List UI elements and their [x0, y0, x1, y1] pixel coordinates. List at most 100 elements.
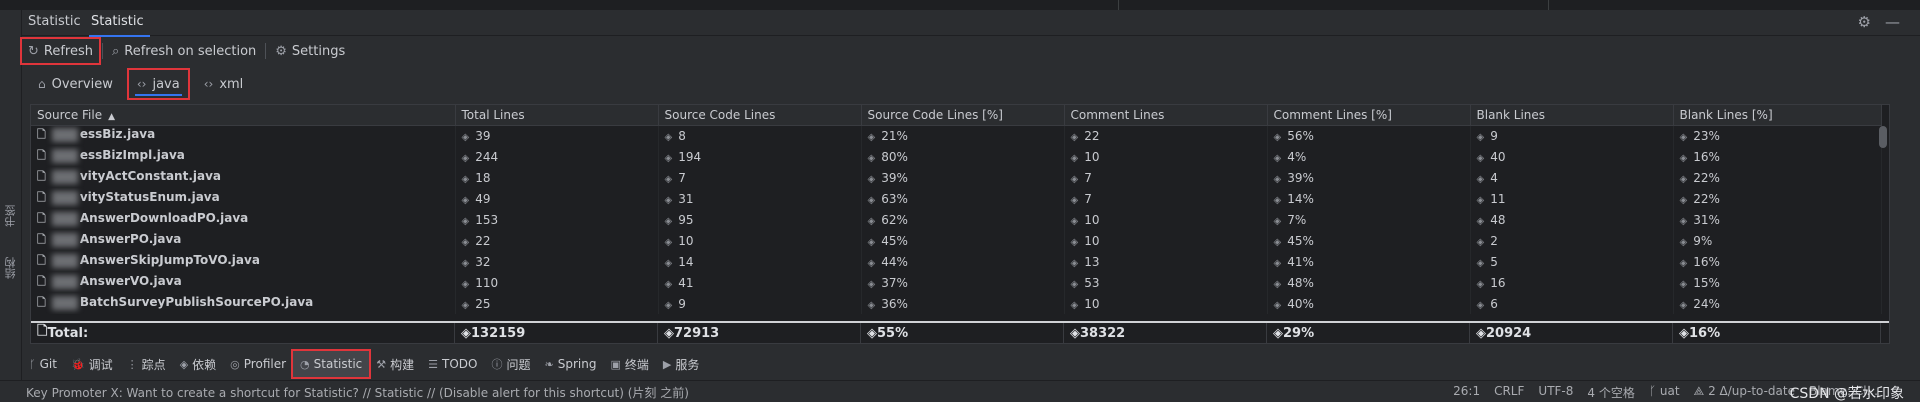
stack-icon: ◈ [1679, 278, 1688, 290]
source-file-cell: 🗋 BatchSurveyPublishSourcePO.java [31, 293, 456, 314]
tab-overview[interactable]: ⌂ Overview [30, 70, 121, 98]
stat-cell: ◈ 32 [455, 251, 659, 272]
refresh-icon: ↻ [28, 43, 39, 59]
tool-window-button[interactable]: ⋮ 踪点 [120, 351, 173, 377]
vertical-scrollbar[interactable] [1879, 126, 1887, 148]
stack-icon: ◈ [867, 278, 876, 290]
redacted-prefix [51, 169, 78, 184]
tool-window-button[interactable]: ☰ TODO [421, 351, 484, 377]
stack-icon: ◈ [1476, 215, 1485, 227]
stat-cell: ◈ 39 [455, 125, 659, 146]
stat-cell: ◈ 110 [455, 272, 659, 293]
stack-icon: ◈ [867, 194, 876, 206]
source-file-cell: 🗋 AnswerVO.java [31, 272, 456, 293]
table-row[interactable]: 🗋 BatchSurveyPublishSourcePO.java ◈ 25 ◈ 9 ◈ 36… [31, 293, 1882, 314]
bookmarks-tab[interactable]: 书签 [3, 205, 19, 227]
tab-xml-label: xml [219, 76, 244, 92]
refresh-button[interactable]: ↻ Refresh [20, 37, 101, 65]
table-header-row: Source File ▲ Total Lines Source Code Lin… [31, 105, 1882, 126]
tool-window-button[interactable]: ᚴ Git [22, 351, 64, 377]
stat-cell: ◈ 5 [1470, 251, 1674, 272]
stack-icon: ◈ [1476, 278, 1485, 290]
stat-cell: ◈ 9 [1470, 125, 1674, 146]
column-header[interactable]: Source Code Lines [%] [861, 105, 1065, 126]
tool-window-button[interactable]: 🐞 调试 [64, 351, 120, 377]
stack-icon: ◈ [1273, 152, 1282, 164]
table-row[interactable]: 🗋 vityActConstant.java ◈ 18 ◈ 7 ◈ 39% ◈ 7 ◈ 39% ◈ 4 ◈ 2… [31, 167, 1882, 188]
tool-window-button[interactable]: ◔ Statistic [291, 349, 372, 379]
redacted-prefix [51, 274, 78, 289]
total-value: ◈ 20924 [1470, 323, 1673, 343]
stack-icon: ◈ [1070, 131, 1079, 143]
tab-statistic-2[interactable]: Statistic [89, 14, 150, 37]
column-header[interactable]: Comment Lines [%] [1267, 105, 1471, 126]
line-separator[interactable]: CRLF [1494, 384, 1524, 401]
file-encoding[interactable]: UTF-8 [1538, 384, 1573, 401]
stack-icon: ◈ [867, 257, 876, 269]
tool-window-button[interactable]: ❧ Spring [538, 351, 604, 377]
gear-icon[interactable]: ⚙ [1858, 13, 1871, 31]
stat-cell: ◈ 14 [658, 251, 862, 272]
stack-icon: ◈ [664, 173, 673, 185]
stack-icon: ◈ [664, 299, 673, 311]
column-header[interactable]: Comment Lines [1064, 105, 1268, 126]
stack-icon: ◈ [461, 152, 470, 164]
tab-xml[interactable]: ‹› xml [196, 70, 252, 98]
structure-tab[interactable]: 结构 [3, 257, 19, 279]
table-row[interactable]: 🗋 essBizImpl.java ◈ 244 ◈ 194 ◈ 80% ◈ 10 ◈ 4% ◈ 40 ◈ 16… [31, 146, 1882, 167]
stat-cell: ◈ 4% [1267, 146, 1471, 167]
stat-cell: ◈ 9 [658, 293, 862, 314]
table-row[interactable]: 🗋 essBiz.java ◈ 39 ◈ 8 ◈ 21% ◈ 22 ◈ 56% ◈ 9 ◈ 23% [31, 125, 1882, 146]
left-tool-strip: 书签 结构 [0, 10, 22, 380]
source-file-cell: 🗋 AnswerDownloadPO.java [31, 209, 456, 230]
source-file-cell: 🗋 vityStatusEnum.java [31, 188, 456, 209]
column-header[interactable]: Blank Lines [1470, 105, 1674, 126]
indent-setting[interactable]: 4 个空格 [1587, 384, 1634, 401]
profiler-icon: ◎ [230, 357, 240, 371]
refresh-on-selection-button[interactable]: ⌕ Refresh on selection [106, 39, 262, 63]
tool-window-button[interactable]: ◈ 依赖 [173, 351, 223, 377]
tool-window-button[interactable]: ⚒ 构建 [369, 351, 421, 377]
tool-window-button[interactable]: ⓘ 问题 [484, 351, 537, 377]
table-row[interactable]: 🗋 AnswerDownloadPO.java ◈ 153 ◈ 95 ◈ 62% ◈ 10 ◈ 7% ◈… [31, 209, 1882, 230]
tool-window-button[interactable]: ▣ 终端 [603, 351, 655, 377]
stack-icon: ◈ [461, 299, 470, 311]
tab-java[interactable]: ‹› java [126, 68, 190, 100]
status-message[interactable]: Key Promoter X: Want to create a shortcu… [26, 384, 689, 401]
minimize-icon[interactable]: — [1885, 13, 1900, 31]
stat-cell: ◈ 56% [1267, 125, 1471, 146]
stack-icon: ◈ [1679, 215, 1688, 227]
stat-cell: ◈ 31 [658, 188, 862, 209]
redacted-prefix [51, 211, 78, 226]
table-row[interactable]: 🗋 vityStatusEnum.java ◈ 49 ◈ 31 ◈ 63% ◈ 7 ◈ 14% ◈ 11 ◈… [31, 188, 1882, 209]
stack-icon: ◈ [1070, 325, 1080, 341]
stack-icon: ◈ [867, 131, 876, 143]
tab-statistic-1[interactable]: Statistic [28, 14, 81, 29]
stack-icon: ◈ [1070, 152, 1079, 164]
stack-icon: ◈ [1679, 152, 1688, 164]
stat-cell: ◈ 4 [1470, 167, 1674, 188]
vcs-branch[interactable]: ᚴ uat [1649, 384, 1680, 401]
settings-button[interactable]: ⚙ Settings [269, 39, 351, 63]
table-row[interactable]: 🗋 AnswerPO.java ◈ 22 ◈ 10 ◈ 45% ◈ 10 ◈ 45% ◈ 2 ◈ 9% [31, 230, 1882, 251]
total-row: 🗋 Total: ◈ 132159 ◈ 72913 ◈ 55% ◈ 38322 ◈ 29% ◈ 20924… [31, 321, 1889, 343]
stat-cell: ◈ 41% [1267, 251, 1471, 272]
tool-window-button[interactable]: ▶ 服务 [656, 351, 706, 377]
vcs-status[interactable]: ⟁ 2 Δ/up-to-date [1694, 384, 1795, 401]
table-row[interactable]: 🗋 AnswerSkipJumpToVO.java ◈ 32 ◈ 14 ◈ 44% ◈ 13 ◈ 41… [31, 251, 1882, 272]
stat-cell: ◈ 21% [861, 125, 1065, 146]
debug-icon: 🐞 [70, 357, 85, 371]
tool-window-button[interactable]: ◎ Profiler [223, 351, 293, 377]
stat-cell: ◈ 62% [861, 209, 1065, 230]
column-header[interactable]: Blank Lines [%] [1673, 105, 1882, 126]
redacted-prefix [51, 232, 78, 247]
stack-icon: ◈ [1273, 173, 1282, 185]
caret-position[interactable]: 26:1 [1453, 384, 1480, 401]
stack-icon: ◈ [1070, 299, 1079, 311]
column-header[interactable]: Total Lines [455, 105, 659, 126]
stat-cell: ◈ 18 [455, 167, 659, 188]
column-header[interactable]: Source Code Lines [658, 105, 862, 126]
table-row[interactable]: 🗋 AnswerVO.java ◈ 110 ◈ 41 ◈ 37% ◈ 53 ◈ 48% ◈ 16 ◈ 15% [31, 272, 1882, 293]
column-header-source-file[interactable]: Source File ▲ [31, 105, 456, 126]
stat-cell: ◈ 53 [1064, 272, 1268, 293]
